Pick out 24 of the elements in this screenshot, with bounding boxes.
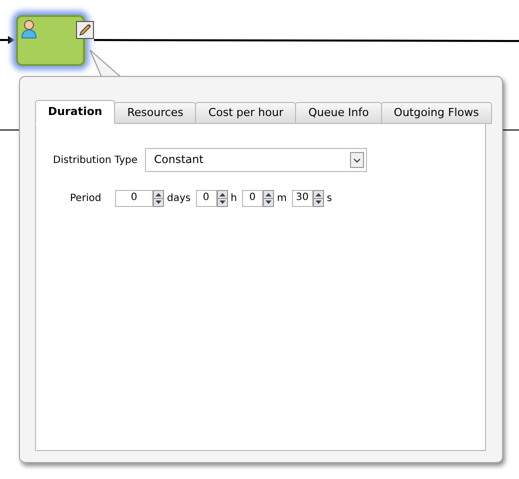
distribution-type-label: Distribution Type xyxy=(53,154,138,168)
pencil-icon[interactable] xyxy=(76,21,94,39)
spinner-field[interactable]: 0 xyxy=(242,190,263,206)
user-task-node[interactable] xyxy=(16,15,85,66)
tab[interactable]: Duration xyxy=(35,100,116,124)
user-icon xyxy=(20,19,38,39)
distribution-type-dropdown[interactable]: Constant xyxy=(145,148,367,172)
spinner-arrows-icon[interactable] xyxy=(216,190,228,206)
spinner-arrows-icon[interactable] xyxy=(153,190,164,206)
period-label: Period xyxy=(70,192,102,206)
spinner-field[interactable]: 0 xyxy=(115,190,153,206)
unit-label: h xyxy=(230,192,237,206)
sequence-flow-arrow xyxy=(0,36,15,44)
unit-label: m xyxy=(276,192,287,206)
unit-label: days xyxy=(167,192,191,206)
spinner-arrows-icon[interactable] xyxy=(312,190,324,206)
spinner-field[interactable]: 0 xyxy=(196,190,217,206)
tab[interactable]: Resources xyxy=(114,102,196,124)
tab[interactable]: Outgoing Flows xyxy=(380,102,492,124)
tab[interactable]: Cost per hour xyxy=(195,102,296,124)
tab[interactable]: Queue Info xyxy=(295,102,382,124)
spinner-arrows-icon[interactable] xyxy=(262,190,274,206)
unit-label: s xyxy=(326,192,332,206)
spinner-field[interactable]: 30 xyxy=(292,190,313,206)
